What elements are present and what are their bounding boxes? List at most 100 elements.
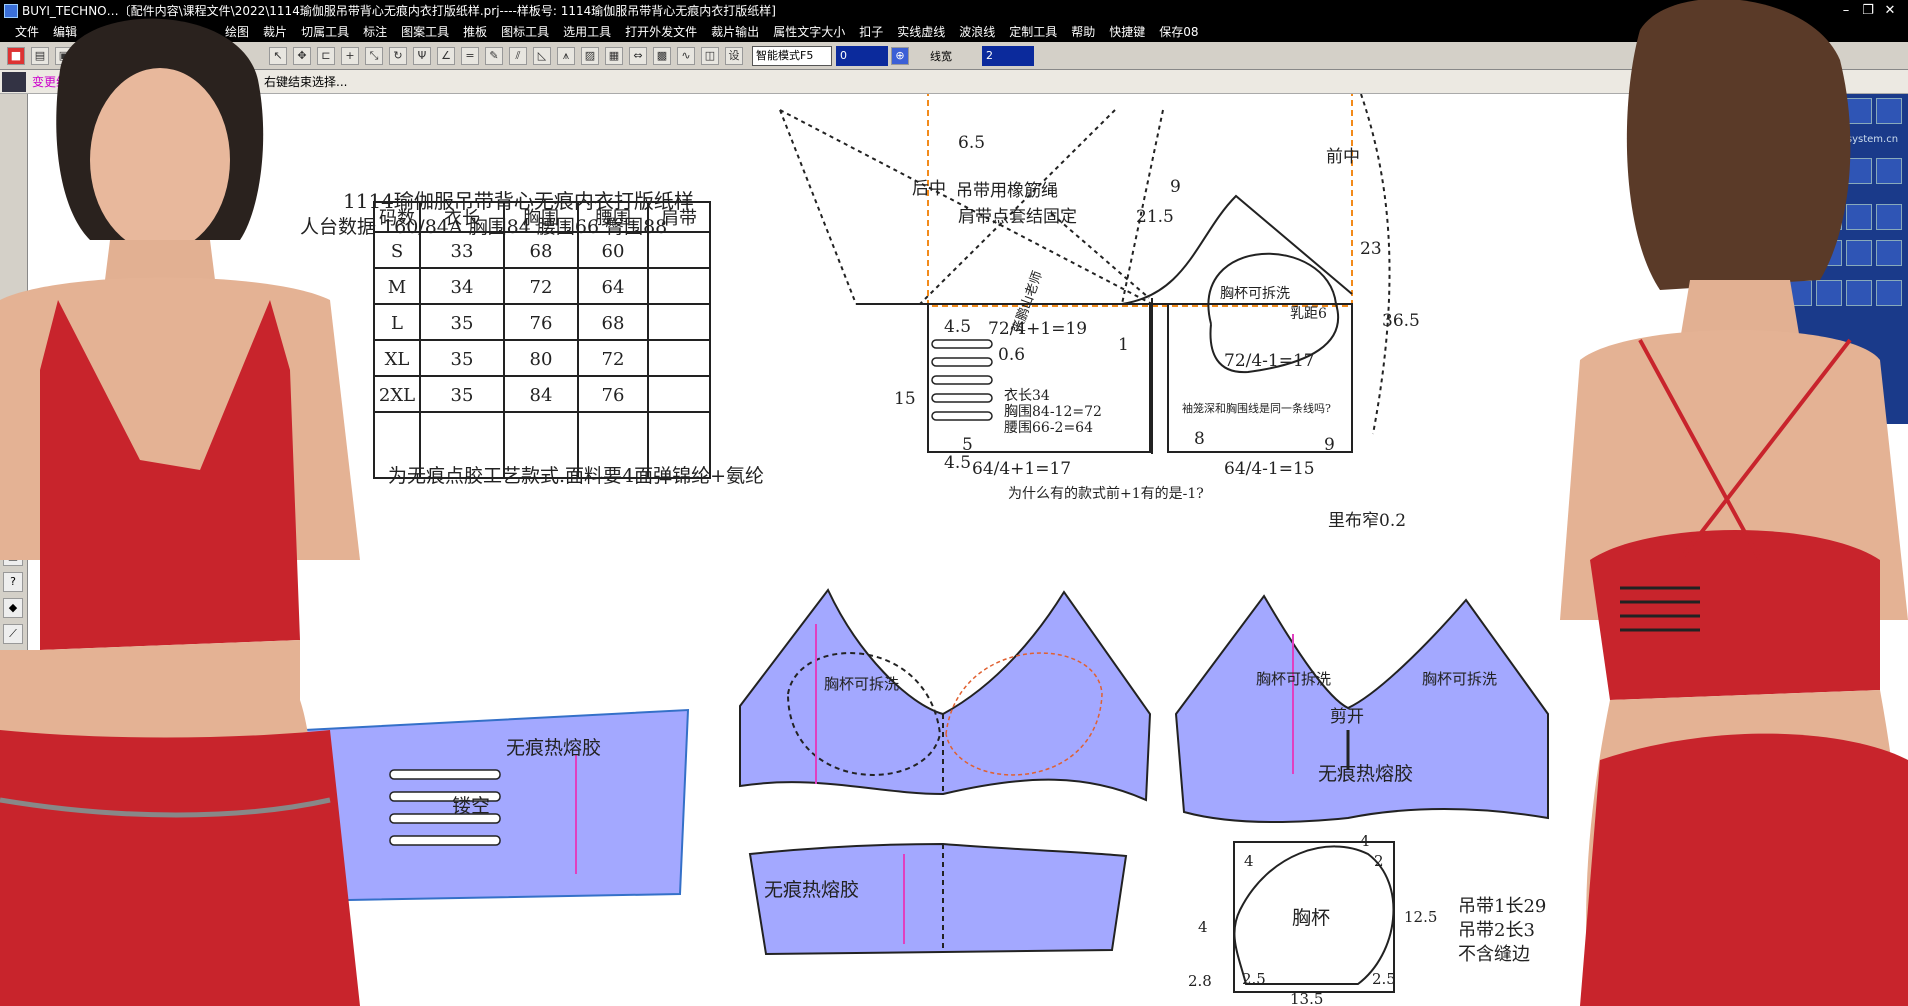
armhole-question: 袖笼深和胸围线是同一条线吗? [1182, 401, 1331, 415]
dim-label: 6.5 [958, 133, 985, 153]
dim-label: 36.5 [1382, 311, 1420, 331]
table-cell: 84 [530, 385, 553, 406]
cup-dim: 2.8 [1188, 972, 1212, 990]
back-hollow-slots [931, 339, 993, 421]
table-cell: 68 [602, 313, 625, 334]
menu-buttons[interactable]: 扣子 [852, 22, 890, 42]
cup-dim: 4 [1198, 918, 1208, 936]
menu-wave-line[interactable]: 波浪线 [952, 22, 1002, 42]
dim-label: 0.6 [998, 345, 1025, 365]
bodice-labels: 6.5 后中 吊带用橡筋绳 肩带点套结固定 前中 9 21.5 23 36.5 … [894, 133, 1420, 531]
menu-grading[interactable]: 推板 [456, 22, 494, 42]
bodice-draft-lines [779, 93, 1391, 444]
table-cell: 60 [602, 241, 625, 262]
image-tool-icon[interactable]: ▩ [653, 46, 671, 65]
table-header: 胸围 [523, 208, 559, 229]
lining-note-1: 胸杯可拆洗 [1256, 670, 1331, 688]
cup-dim: 2.5 [1242, 970, 1266, 988]
fabric-note: 为无痕点胶工艺款式.面料要4面弹锦纶+氨纶 [388, 465, 764, 487]
cup-dim: 2.5 [1372, 970, 1396, 988]
table-cell: 76 [530, 313, 553, 334]
table-cell: 64 [602, 277, 625, 298]
front-center-label: 前中 [1326, 147, 1360, 167]
dim-label: 4.5 [944, 453, 971, 473]
table-cell: 76 [602, 385, 625, 406]
spec-waist: 腰围66-2=64 [1004, 420, 1093, 436]
menu-select-tools[interactable]: 选用工具 [556, 22, 618, 42]
menu-custom-tools[interactable]: 定制工具 [1002, 22, 1064, 42]
bodice-solid-lines [856, 194, 1353, 454]
cup-piece-note: 胸杯可拆洗 [824, 675, 899, 693]
table-header: 肩带 [661, 208, 697, 229]
menu-piece-output[interactable]: 裁片输出 [704, 22, 766, 42]
dim-label: 9 [1170, 177, 1181, 197]
dim-label: 4.5 [944, 317, 971, 337]
dim-label: 1 [1118, 335, 1129, 355]
table-cell: 33 [451, 241, 474, 262]
frame-tool-icon[interactable]: ◫ [701, 46, 719, 65]
table-header: 腰围 [595, 208, 631, 229]
snap-toggle-icon[interactable]: ⊕ [891, 46, 909, 65]
cup-note-label: 胸杯可拆洗 [1220, 286, 1290, 302]
menu-save08[interactable]: 保存08 [1152, 22, 1205, 42]
dim-label: 9 [1324, 435, 1335, 455]
dim-label: 64/4-1=15 [1224, 459, 1315, 479]
table-cell: 68 [530, 241, 553, 262]
table-cell: 35 [451, 385, 474, 406]
table-cell: 72 [602, 349, 625, 370]
cup-dim: 4 [1244, 852, 1254, 870]
table-cell: 72 [530, 277, 553, 298]
lining-glue-label: 无痕热熔胶 [1318, 763, 1413, 785]
mode-select[interactable]: 智能模式F5 [752, 45, 832, 66]
pen-tool-icon[interactable]: ✎ [485, 46, 503, 65]
cup-dim: 4 [1360, 832, 1370, 850]
cup-label: 胸杯 [1292, 907, 1330, 929]
table-cell: 35 [451, 313, 474, 334]
line-width-field[interactable]: 2 [982, 45, 1034, 66]
avatar-back-view [1560, 0, 1908, 1006]
table-cell: 80 [530, 349, 553, 370]
notch-tool-icon[interactable]: ⩚ [557, 46, 575, 65]
dim-label: 5 [962, 435, 973, 455]
dim-label: 72/4-1=17 [1224, 351, 1315, 371]
band-glue-label: 无痕热熔胶 [506, 737, 601, 759]
menu-open-external[interactable]: 打开外发文件 [618, 22, 704, 42]
settings-tool-icon[interactable]: 设 [725, 46, 743, 65]
color-tool-icon[interactable]: ▦ [605, 46, 623, 65]
menu-icon-tools[interactable]: 图标工具 [494, 22, 556, 42]
dim-label: 21.5 [1136, 207, 1174, 227]
value-field[interactable]: 0 [836, 45, 888, 66]
table-cell: 34 [451, 277, 474, 298]
parallel-tool-icon[interactable]: = [461, 46, 479, 65]
front-cup-piece: 胸杯可拆洗 [739, 588, 1152, 802]
stripes-tool-icon[interactable]: ⫽ [509, 46, 527, 65]
hatch-tool-icon[interactable]: ▨ [581, 46, 599, 65]
front-band-glue-label: 无痕热熔胶 [764, 879, 859, 901]
band-hollow-label: 镂空 [452, 795, 490, 817]
line-width-label: 线宽 [930, 49, 952, 63]
table-header: 衣长 [444, 208, 480, 229]
cad-app-window: BUYI_TECHNO…〔配件内容\课程文件\2022\1114瑜伽服吊带背心无… [0, 0, 1908, 1006]
avatar-front-view [0, 18, 360, 1006]
dim-label: 8 [1194, 429, 1205, 449]
nipple-label: 乳距6 [1290, 306, 1327, 322]
menu-text-size[interactable]: 属性文字大小 [766, 22, 852, 42]
lining-label: 里布窄0.2 [1328, 511, 1406, 531]
lining-cup-piece: 胸杯可拆洗 胸杯可拆洗 剪开 无痕热熔胶 [1174, 594, 1549, 823]
dim-label: 72/4+1=19 [988, 319, 1087, 339]
cup-dim: 13.5 [1290, 990, 1323, 1006]
mirror-tool-icon[interactable]: ⇔ [629, 46, 647, 65]
lining-note-2: 胸杯可拆洗 [1422, 670, 1497, 688]
cup-detail: 胸杯 4 4 2 4 12.5 2.8 2.5 2.5 13.5 [1188, 832, 1437, 1006]
menu-help[interactable]: 帮助 [1064, 22, 1102, 42]
spec-bust: 胸围84-12=72 [1004, 404, 1102, 420]
cut-open-label: 剪开 [1330, 707, 1364, 727]
strap-note2-label: 肩带点套结固定 [958, 207, 1077, 227]
curve-tool-icon[interactable]: ∿ [677, 46, 695, 65]
fold-tool-icon[interactable]: ◺ [533, 46, 551, 65]
menu-shortcuts[interactable]: 快捷键 [1102, 22, 1152, 42]
menu-line-style[interactable]: 实线虚线 [890, 22, 952, 42]
table-cell: 35 [451, 349, 474, 370]
cup-dim: 12.5 [1404, 908, 1437, 926]
line-tool-icon[interactable]: ∠ [437, 46, 455, 65]
